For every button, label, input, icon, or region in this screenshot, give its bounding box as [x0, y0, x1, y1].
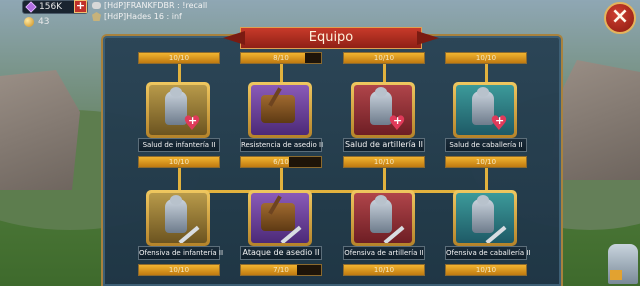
- skill-progress-bar: 10/10: [343, 156, 425, 168]
- skill-progress-bar: 10/10: [343, 264, 425, 276]
- progress-text: 10/10: [475, 158, 497, 166]
- skill-card-infantry-health[interactable]: [146, 82, 210, 138]
- gold-value: 43: [38, 17, 50, 27]
- heart-plus-icon: [183, 111, 201, 135]
- connector: [280, 168, 283, 192]
- skill-card-art: [354, 85, 412, 135]
- siege-icon: [261, 95, 295, 123]
- progress-text: 10/10: [168, 158, 190, 166]
- skill-label: Ataque de asedio II: [240, 246, 322, 260]
- skill-card-artillery-attack[interactable]: [351, 190, 415, 246]
- cavalry-icon: [472, 195, 494, 233]
- skill-progress-bar: 6/10: [240, 156, 322, 168]
- skill-card-siege-resistance[interactable]: [248, 82, 312, 138]
- chat-message-text: [HdP]Hades 16 : inf: [104, 12, 182, 21]
- connector: [485, 64, 488, 84]
- skill-card-art: [251, 85, 309, 135]
- progress-text: 8/10: [273, 54, 289, 62]
- heart-plus-icon: [490, 111, 508, 135]
- gems-value: 156K: [39, 2, 63, 12]
- gold-counter: 43: [24, 16, 49, 28]
- top-progress-bar: 10/10: [343, 52, 425, 64]
- skill-progress-bar: 10/10: [138, 156, 220, 168]
- connector: [280, 64, 283, 84]
- guild-icon: [92, 12, 101, 21]
- skill-card-art: [456, 85, 514, 135]
- top-progress-bar: 10/10: [138, 52, 220, 64]
- connector: [178, 168, 181, 192]
- chat-message-text: [HdP]FRANKFDBR : !recall: [104, 1, 208, 10]
- progress-text: 10/10: [475, 54, 497, 62]
- top-progress-bar: 10/10: [445, 52, 527, 64]
- skill-card-art: [354, 193, 412, 243]
- add-gems-button[interactable]: +: [74, 0, 87, 13]
- connector: [178, 190, 488, 193]
- skill-card-artillery-health[interactable]: [351, 82, 415, 138]
- infantry-icon: [165, 195, 187, 233]
- connector: [178, 64, 181, 84]
- skill-card-art: [456, 193, 514, 243]
- progress-text: 10/10: [168, 54, 190, 62]
- chat-message: [HdP]Hades 16 : inf: [92, 11, 207, 22]
- progress-text: 7/10: [273, 266, 289, 274]
- skill-card-art: [149, 193, 207, 243]
- connector: [485, 168, 488, 192]
- skill-card-infantry-attack[interactable]: [146, 190, 210, 246]
- progress-text: 10/10: [373, 54, 395, 62]
- skill-label: Resistencia de asedio II: [240, 138, 323, 152]
- progress-text: 10/10: [168, 266, 190, 274]
- close-button[interactable]: ×: [604, 2, 636, 34]
- skill-card-cavalry-attack[interactable]: [453, 190, 517, 246]
- skill-card-art: [149, 85, 207, 135]
- top-progress-bar: 8/10: [240, 52, 322, 64]
- skill-label: Ofensiva de infantería II: [138, 246, 223, 260]
- archer-icon: [370, 195, 392, 233]
- connector: [383, 64, 386, 84]
- panel-title: Equipo: [240, 27, 422, 49]
- skill-label: Salud de artillería II: [343, 138, 425, 152]
- skill-label: Salud de infantería II: [138, 138, 220, 152]
- chat-bubble-icon: [92, 2, 101, 9]
- rock-left: [0, 70, 80, 190]
- skill-label: Ofensiva de artillería II: [343, 246, 425, 260]
- chat-feed[interactable]: [HdP]FRANKFDBR : !recall [HdP]Hades 16 :…: [92, 0, 207, 22]
- skill-progress-bar: 7/10: [240, 264, 322, 276]
- progress-text: 6/10: [273, 158, 289, 166]
- connector: [383, 168, 386, 192]
- siege-icon: [261, 203, 295, 231]
- gold-icon: [24, 17, 34, 27]
- skill-card-cavalry-health[interactable]: [453, 82, 517, 138]
- skill-progress-bar: 10/10: [138, 264, 220, 276]
- chat-message: [HdP]FRANKFDBR : !recall: [92, 0, 207, 11]
- skill-label: Ofensiva de caballería II: [445, 246, 530, 260]
- rock-right: [550, 60, 640, 180]
- gem-icon: [25, 1, 37, 13]
- progress-text: 10/10: [373, 266, 395, 274]
- skill-card-art: [251, 193, 309, 243]
- skill-card-siege-attack[interactable]: [248, 190, 312, 246]
- skill-label: Salud de caballería II: [445, 138, 527, 152]
- heart-plus-icon: [388, 111, 406, 135]
- progress-text: 10/10: [475, 266, 497, 274]
- helper-character-icon[interactable]: [608, 244, 638, 284]
- skill-progress-bar: 10/10: [445, 264, 527, 276]
- progress-text: 10/10: [373, 158, 395, 166]
- skill-progress-bar: 10/10: [445, 156, 527, 168]
